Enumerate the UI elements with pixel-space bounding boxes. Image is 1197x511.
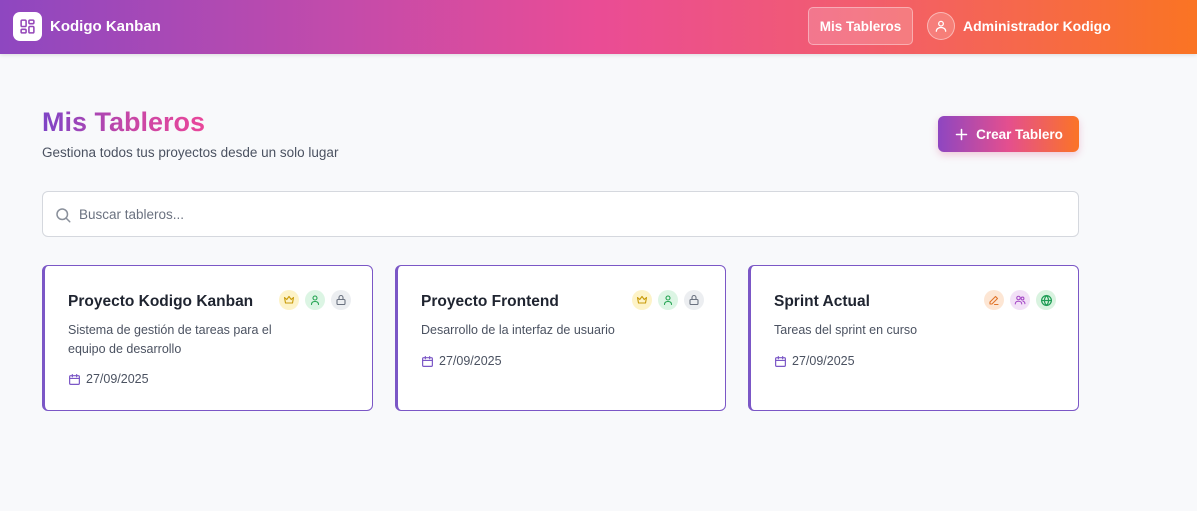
board-badges — [984, 290, 1056, 310]
board-description: Tareas del sprint en curso — [774, 323, 918, 337]
board-title: Proyecto Frontend — [421, 293, 559, 310]
board-date: 27/09/2025 — [421, 354, 502, 368]
board-date: 27/09/2025 — [68, 372, 149, 386]
lock-icon — [684, 290, 704, 310]
page-title: Mis Tableros — [42, 107, 206, 137]
brand[interactable]: Kodigo Kanban — [13, 11, 161, 41]
user-icon — [658, 290, 678, 310]
users-icon — [1010, 290, 1030, 310]
crown-icon — [632, 290, 652, 310]
user-menu[interactable]: Administrador Kodigo — [927, 11, 1111, 41]
board-date-text: 27/09/2025 — [86, 372, 149, 386]
grid-icon — [13, 11, 42, 41]
board-card[interactable]: Proyecto Frontend Desarrollo de la inter… — [395, 265, 726, 411]
pencil-icon — [984, 290, 1004, 310]
board-description: Desarrollo de la interfaz de usuario — [421, 323, 615, 337]
board-card[interactable]: Proyecto Kodigo Kanban Sistema de gestió… — [42, 265, 373, 411]
calendar-icon — [422, 355, 433, 367]
board-date-text: 27/09/2025 — [439, 354, 502, 368]
user-icon — [927, 12, 955, 40]
page-subtitle: Gestiona todos tus proyectos desde un so… — [42, 145, 339, 160]
board-date-text: 27/09/2025 — [792, 354, 855, 368]
board-title: Sprint Actual — [774, 293, 870, 310]
brand-name: Kodigo Kanban — [50, 17, 161, 35]
crown-icon — [279, 290, 299, 310]
board-description: Sistema de gestión de tareas para el equ… — [68, 323, 272, 356]
board-badges — [279, 290, 351, 310]
top-navbar: Kodigo Kanban Mis Tableros Administrador… — [0, 0, 1197, 54]
search-icon — [56, 208, 71, 223]
search-input[interactable] — [79, 200, 1069, 229]
create-board-button[interactable]: Crear Tablero — [938, 116, 1079, 152]
board-date: 27/09/2025 — [774, 354, 855, 368]
board-title: Proyecto Kodigo Kanban — [68, 293, 254, 310]
user-icon — [305, 290, 325, 310]
lock-icon — [331, 290, 351, 310]
calendar-icon — [775, 355, 786, 367]
globe-icon — [1036, 290, 1056, 310]
calendar-icon — [69, 373, 80, 385]
nav-my-boards-button[interactable]: Mis Tableros — [808, 7, 913, 45]
search-box — [42, 191, 1079, 237]
user-name: Administrador Kodigo — [963, 18, 1111, 34]
plus-icon — [955, 128, 968, 140]
create-board-label: Crear Tablero — [976, 126, 1063, 142]
board-badges — [632, 290, 704, 310]
board-card[interactable]: Sprint Actual Tareas del sprint en curso… — [748, 265, 1079, 411]
